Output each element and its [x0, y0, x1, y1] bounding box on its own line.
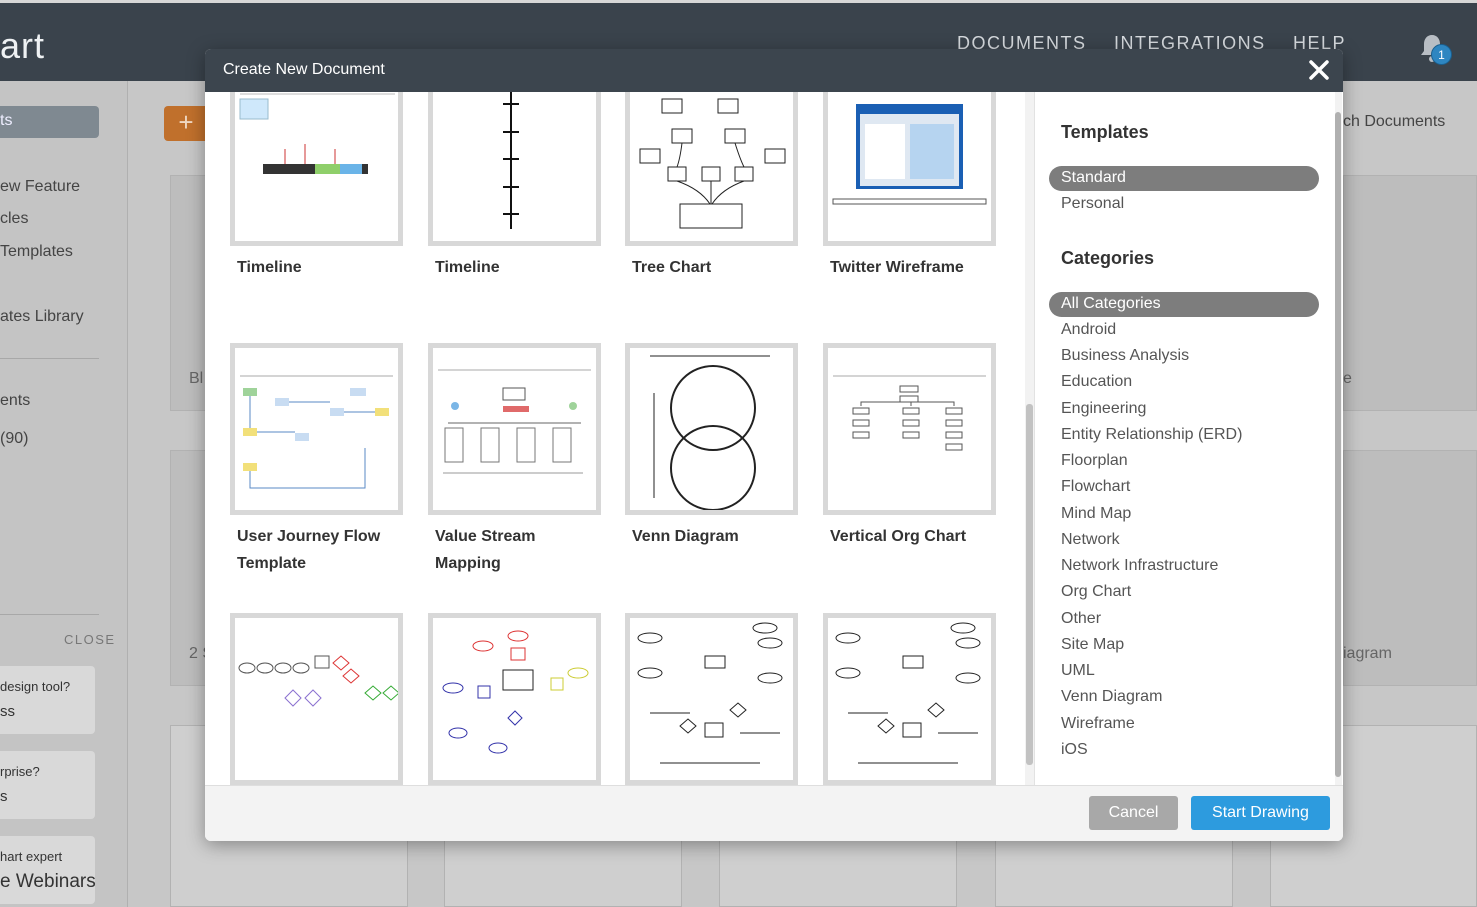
- sidebar: ts ew Feature cles Templates ates Librar…: [0, 81, 128, 907]
- category-item[interactable]: UML: [1061, 662, 1095, 680]
- template-thumbnail: [625, 92, 798, 246]
- category-item[interactable]: Mind Map: [1061, 505, 1131, 523]
- panel-scrollbar[interactable]: [1335, 92, 1342, 785]
- category-item[interactable]: Flowchart: [1061, 478, 1130, 496]
- modal-title: Create New Document: [223, 61, 385, 78]
- template-label: Timeline: [237, 259, 302, 276]
- sidebar-item-selected[interactable]: ts: [0, 106, 99, 138]
- template-thumbnail: [230, 92, 403, 246]
- close-icon[interactable]: [1305, 56, 1333, 84]
- template-type-standard[interactable]: Standard: [1061, 169, 1126, 187]
- create-document-modal: Create New Document Timeline Timeline Tr…: [205, 49, 1343, 841]
- template-thumbnail: [625, 613, 798, 785]
- category-item[interactable]: Venn Diagram: [1061, 688, 1162, 706]
- promo-line: hart expert: [0, 849, 63, 864]
- category-item[interactable]: Wireframe: [1061, 715, 1135, 733]
- modal-header: Create New Document: [205, 49, 1343, 92]
- sidebar-item[interactable]: (90): [0, 430, 28, 448]
- bg-card-label: iagram: [1343, 645, 1392, 662]
- start-drawing-button[interactable]: Start Drawing: [1191, 796, 1330, 830]
- category-item[interactable]: Android: [1061, 321, 1116, 339]
- category-item[interactable]: Org Chart: [1061, 583, 1131, 601]
- sidebar-divider: [0, 358, 99, 359]
- category-item[interactable]: iOS: [1061, 741, 1088, 759]
- categories-heading: Categories: [1061, 248, 1155, 268]
- templates-heading: Templates: [1061, 122, 1149, 142]
- brand-logo: art: [0, 25, 46, 66]
- category-item[interactable]: Business Analysis: [1061, 347, 1189, 365]
- filter-panel: Templates Standard Personal Categories A…: [1034, 92, 1343, 785]
- template-label: Twitter Wireframe: [830, 259, 964, 276]
- bg-card: [1343, 175, 1477, 411]
- category-item[interactable]: Network: [1061, 531, 1120, 549]
- promo-line: ss: [0, 703, 15, 720]
- template-label: User Journey Flow Template: [237, 528, 381, 572]
- promo-line: s: [0, 788, 8, 805]
- bg-card-label: e: [1343, 370, 1352, 387]
- template-thumbnail: [823, 92, 996, 246]
- sidebar-item[interactable]: Templates: [0, 243, 73, 261]
- template-thumbnail: [230, 613, 403, 785]
- category-item[interactable]: Engineering: [1061, 400, 1146, 418]
- template-grid: Timeline Timeline Tree Chart Twitter Wir…: [205, 92, 1025, 785]
- template-thumbnail: [230, 343, 403, 515]
- template-thumbnail: [823, 613, 996, 785]
- template-label: Venn Diagram: [632, 528, 739, 545]
- template-label: Tree Chart: [632, 259, 712, 276]
- promo-card[interactable]: rprise? s: [0, 751, 95, 819]
- promo-line: rprise?: [0, 764, 40, 779]
- bg-card-label: Bl: [189, 370, 204, 387]
- sidebar-item[interactable]: ents: [0, 392, 30, 410]
- notification-badge: 1: [1431, 44, 1452, 65]
- promo-card[interactable]: hart expert e Webinars: [0, 836, 96, 904]
- template-thumbnail: [625, 343, 798, 515]
- category-item[interactable]: Entity Relationship (ERD): [1061, 426, 1242, 444]
- new-document-button[interactable]: +: [164, 106, 208, 141]
- panel-scrollbar-thumb[interactable]: [1335, 112, 1341, 777]
- promo-line: design tool?: [0, 679, 71, 694]
- template-label: Vertical Org Chart: [830, 528, 967, 545]
- category-item[interactable]: Site Map: [1061, 636, 1124, 654]
- sidebar-item[interactable]: ew Feature: [0, 178, 80, 196]
- grid-scrollbar-thumb[interactable]: [1026, 404, 1033, 765]
- template-label: Timeline: [435, 259, 500, 276]
- sidebar-close-link[interactable]: CLOSE: [64, 632, 116, 647]
- template-thumbnail: [428, 92, 601, 246]
- cancel-button[interactable]: Cancel: [1089, 796, 1178, 830]
- template-thumbnail: [428, 613, 601, 785]
- template-label: Value Stream Mapping: [435, 528, 536, 572]
- sidebar-item[interactable]: ates Library: [0, 308, 84, 326]
- category-item[interactable]: Floorplan: [1061, 452, 1128, 470]
- template-type-personal[interactable]: Personal: [1061, 195, 1124, 213]
- category-all[interactable]: All Categories: [1061, 295, 1161, 313]
- category-item[interactable]: Education: [1061, 373, 1132, 391]
- template-thumbnail: [823, 343, 996, 515]
- template-thumbnail: [428, 343, 601, 515]
- search-documents-input[interactable]: ch Documents: [1343, 113, 1445, 131]
- category-item[interactable]: Network Infrastructure: [1061, 557, 1218, 575]
- promo-card[interactable]: design tool? ss: [0, 666, 95, 734]
- modal-footer: Cancel Start Drawing: [205, 785, 1343, 841]
- category-item[interactable]: Other: [1061, 610, 1101, 628]
- sidebar-item[interactable]: cles: [0, 210, 28, 228]
- grid-scrollbar[interactable]: [1025, 92, 1034, 785]
- promo-line: e Webinars: [0, 871, 96, 892]
- sidebar-divider: [0, 614, 99, 615]
